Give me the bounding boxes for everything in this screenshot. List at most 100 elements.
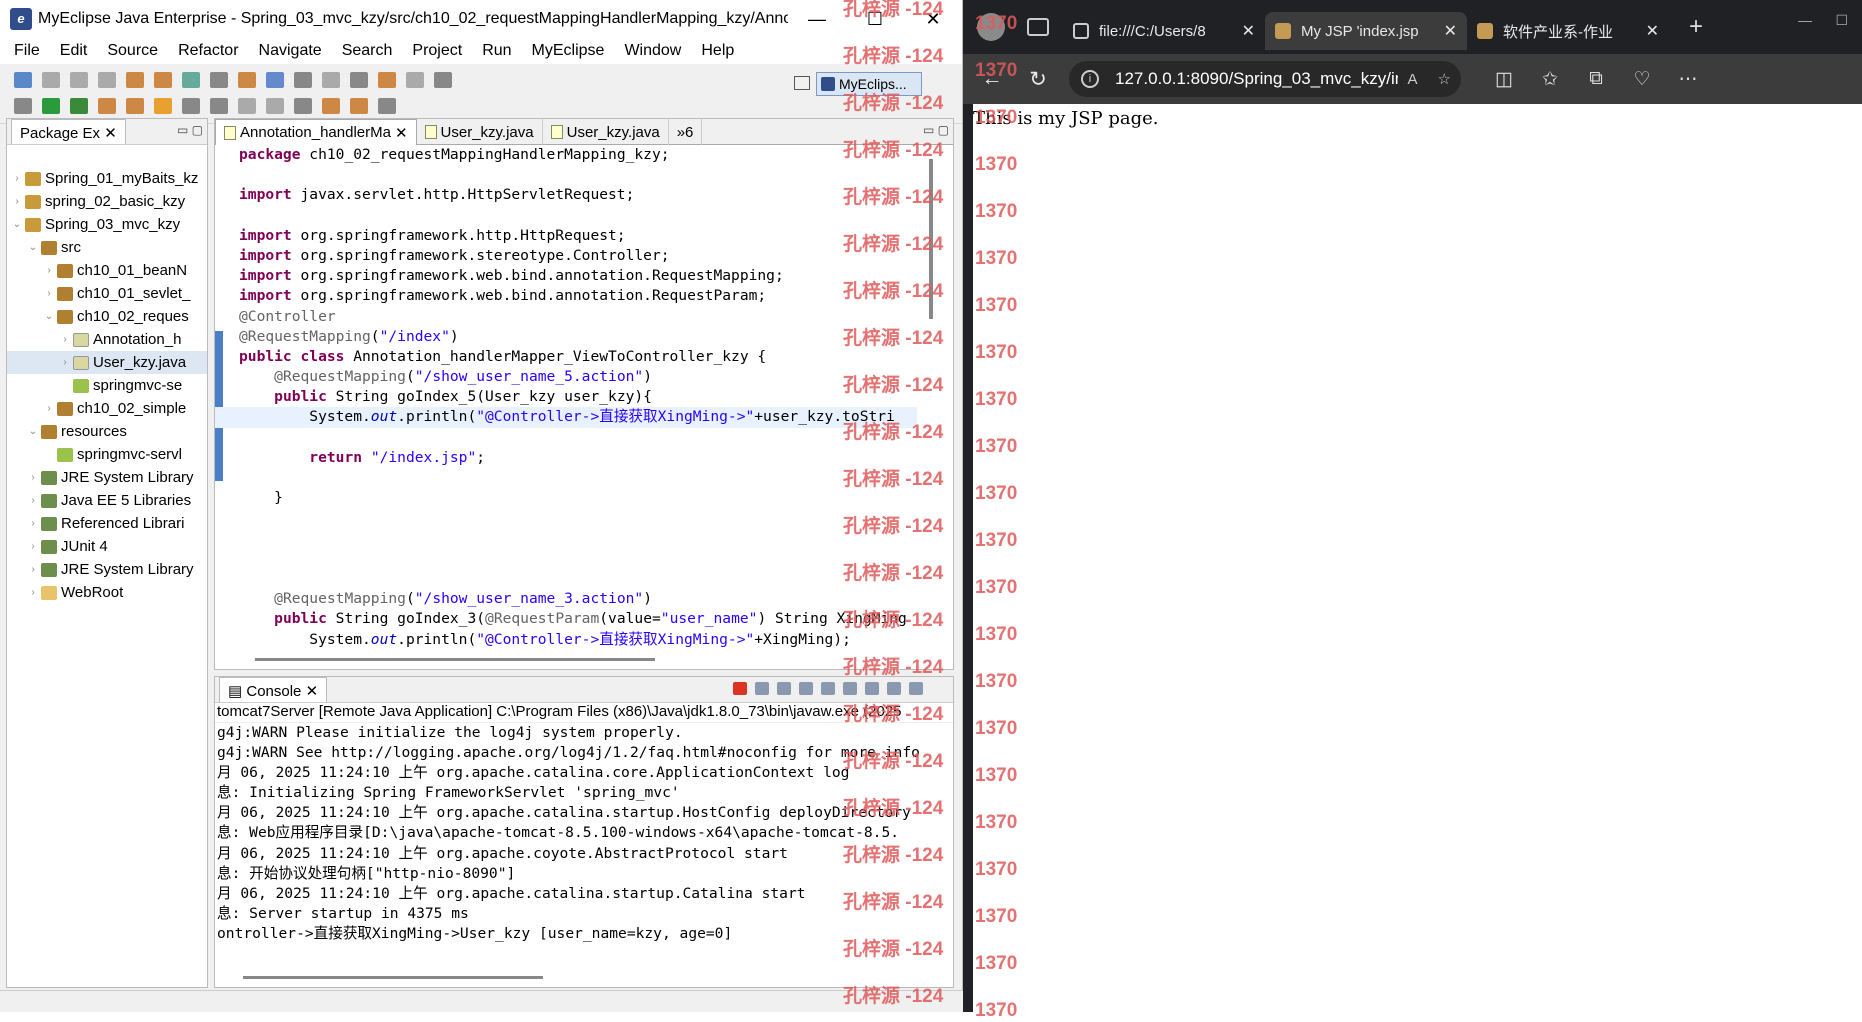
horizontal-scrollbar[interactable] [255,658,655,661]
toolbar-button-icon[interactable] [210,72,228,88]
split-screen-icon[interactable]: ◫ [1481,68,1527,91]
tree-item[interactable]: › JUnit 4 [7,535,207,558]
minimize-icon[interactable]: — [788,0,846,38]
console-output[interactable]: g4j:WARN Please initialize the log4j sys… [215,723,953,953]
vertical-scrollbar[interactable] [929,159,933,319]
tree-item[interactable]: › User_kzy.java [7,351,207,374]
window-controls-icon[interactable]: — ☐ [1798,12,1848,29]
browser-tab[interactable]: file:///C:/Users/8 ✕ [1063,12,1265,50]
favorite-star-icon[interactable]: ☆ [1438,70,1451,88]
remove-launch-icon[interactable] [755,682,769,695]
toolbar-button-icon[interactable] [98,72,116,88]
twisty-icon[interactable]: ⌄ [27,242,39,253]
open-console-icon[interactable] [909,682,923,695]
editor-tab[interactable]: Annotation_handlerMa ✕ [215,119,417,145]
toolbar-button-icon[interactable] [14,98,32,114]
back-icon[interactable]: ← [969,67,1015,91]
menu-item[interactable]: Window [614,42,691,60]
menu-item[interactable]: MyEclipse [522,42,615,60]
tree-item[interactable]: ⌄ Spring_03_mvc_kzy [7,213,207,236]
refresh-icon[interactable]: ↻ [1015,67,1061,92]
close-tab-icon[interactable]: ✕ [1646,21,1659,41]
favorites-icon[interactable]: ✩ [1527,68,1573,91]
twisty-icon[interactable]: › [59,357,71,368]
collections-icon[interactable]: ⧉ [1573,68,1619,91]
tree-item[interactable]: › JRE System Library [7,466,207,489]
menu-item[interactable]: Source [97,42,168,60]
browser-essentials-icon[interactable]: ♡ [1619,68,1665,91]
tree-item[interactable]: › JRE System Library [7,558,207,581]
toolbar-button-icon[interactable] [322,72,340,88]
twisty-icon[interactable]: › [43,288,55,299]
toolbar-button-icon[interactable] [434,72,452,88]
twisty-icon[interactable]: › [27,587,39,598]
console-tab[interactable]: ▤ Console ✕ [219,677,328,702]
toolbar-button-icon[interactable] [42,72,60,88]
editor-tab[interactable]: »6 [669,119,703,145]
remove-all-icon[interactable] [777,682,791,695]
tree-item[interactable]: › Spring_01_myBaits_kz [7,167,207,190]
maximize-icon[interactable]: ☐ [846,0,904,38]
display-console-icon[interactable] [887,682,901,695]
tree-item[interactable]: › ch10_01_sevlet_ [7,282,207,305]
open-perspective-icon[interactable] [794,76,810,90]
browser-tab[interactable]: 软件产业系-作业 ✕ [1467,12,1669,50]
console-horizontal-scrollbar[interactable] [243,976,543,979]
minimize-maximize-icon[interactable]: ▭ ▢ [177,123,203,137]
twisty-icon[interactable]: ⌄ [11,219,23,230]
toolbar-button-icon[interactable] [238,98,256,114]
toolbar-button-icon[interactable] [182,98,200,114]
menu-item[interactable]: Refactor [168,42,248,60]
twisty-icon[interactable]: › [27,564,39,575]
toolbar-button-icon[interactable] [182,72,200,88]
tree-item[interactable]: › spring_02_basic_kzy [7,190,207,213]
menu-item[interactable]: File [4,42,50,60]
tree-item[interactable]: ⌄ resources [7,420,207,443]
package-explorer-tab[interactable]: Package Ex ✕ [11,119,126,144]
close-icon[interactable]: ✕ [104,125,117,142]
toolbar-button-icon[interactable] [126,98,144,114]
code-area[interactable]: package ch10_02_requestMappingHandlerMap… [215,145,917,649]
close-icon[interactable]: ✕ [395,124,408,142]
toolbar-button-icon[interactable] [406,72,424,88]
toolbar-button-icon[interactable] [378,72,396,88]
address-bar[interactable]: i 127.0.0.1:8090/Spring_03_mvc_kzy/index… [1069,61,1461,97]
perspective-button[interactable]: MyEclips... [816,72,922,96]
menu-item[interactable]: Search [332,42,403,60]
toolbar-button-icon[interactable] [14,72,32,88]
twisty-icon[interactable]: › [11,196,23,207]
toolbar-button-icon[interactable] [70,72,88,88]
tree-item[interactable]: ⌄ src [7,236,207,259]
menu-item[interactable]: Run [472,42,521,60]
twisty-icon[interactable]: › [59,334,71,345]
close-tab-icon[interactable]: ✕ [1242,21,1255,41]
toolbar-button-icon[interactable] [154,72,172,88]
menu-item[interactable]: Project [402,42,472,60]
scroll-lock-icon[interactable] [821,682,835,695]
twisty-icon[interactable]: ⌄ [27,426,39,437]
toolbar-button-icon[interactable] [266,98,284,114]
close-icon[interactable]: ✕ [306,683,319,700]
toolbar-button-icon[interactable] [210,98,228,114]
toolbar-button-icon[interactable] [126,72,144,88]
tree-item[interactable]: › ch10_02_simple [7,397,207,420]
profile-avatar[interactable] [977,13,1005,41]
twisty-icon[interactable]: › [43,403,55,414]
tree-item[interactable]: › Annotation_h [7,328,207,351]
editor-tab[interactable]: User_kzy.java [417,119,543,145]
toolbar-button-icon[interactable] [350,98,368,114]
close-tab-icon[interactable]: ✕ [1444,21,1457,41]
twisty-icon[interactable]: › [27,495,39,506]
toolbar-button-icon[interactable] [42,98,60,114]
twisty-icon[interactable]: › [43,265,55,276]
tree-item[interactable]: › Java EE 5 Libraries [7,489,207,512]
twisty-icon[interactable]: › [11,173,23,184]
tree-item[interactable]: › WebRoot [7,581,207,604]
twisty-icon[interactable]: › [27,518,39,529]
menu-item[interactable]: Edit [50,42,98,60]
site-info-icon[interactable]: i [1081,70,1099,88]
tree-item[interactable]: springmvc-se [7,374,207,397]
editor-tab[interactable]: User_kzy.java [543,119,669,145]
toolbar-button-icon[interactable] [322,98,340,114]
tree-item[interactable]: › Referenced Librari [7,512,207,535]
